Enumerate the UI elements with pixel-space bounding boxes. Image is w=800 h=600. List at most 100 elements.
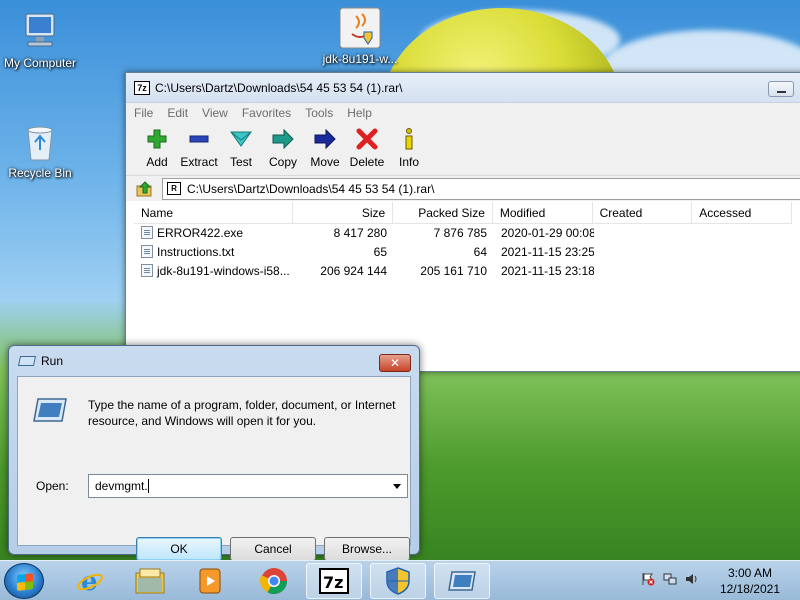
clock[interactable]: 3:00 AM 12/18/2021: [720, 565, 780, 597]
run-description: Type the name of a program, folder, docu…: [88, 398, 396, 428]
text-file-icon: [141, 245, 153, 258]
list-header: Name Size Packed Size Modified Created A…: [134, 202, 792, 224]
delete-button[interactable]: Delete: [346, 127, 388, 169]
sevenzip-logo-icon: 7z: [134, 80, 150, 95]
minimize-button[interactable]: [768, 81, 794, 97]
run-titlebar[interactable]: Run: [9, 346, 419, 376]
taskbar-media-player[interactable]: [182, 563, 238, 599]
table-row[interactable]: ERROR422.exe 8 417 280 7 876 785 2020-01…: [134, 224, 792, 243]
cancel-button[interactable]: Cancel: [230, 537, 316, 561]
taskbar-7zip[interactable]: 7z: [306, 563, 362, 599]
volume-icon[interactable]: [684, 571, 700, 587]
computer-icon: [18, 10, 62, 54]
info-button[interactable]: Info: [388, 127, 430, 169]
archive-icon: R: [167, 182, 181, 195]
copy-label: Copy: [268, 155, 297, 169]
taskbar-installer[interactable]: [370, 563, 426, 599]
svg-text:e: e: [81, 567, 98, 596]
file-modified: 2021-11-15 23:18: [501, 264, 594, 278]
address-bar: R C:\Users\Dartz\Downloads\54 45 53 54 (…: [126, 175, 800, 201]
file-packed-size: 7 876 785: [433, 226, 487, 240]
run-title-icon: [17, 356, 37, 366]
arrow-right-teal-icon: [262, 127, 304, 151]
exe-file-icon: [141, 226, 153, 239]
ok-button[interactable]: OK: [136, 537, 222, 561]
desktop-icon-jdk-installer[interactable]: jdk-8u191-w...: [320, 6, 400, 66]
up-arrow-icon: [136, 180, 152, 196]
menu-file[interactable]: File: [134, 106, 153, 120]
desktop-icon-my-computer[interactable]: My Computer: [0, 10, 80, 70]
menu-tools[interactable]: Tools: [305, 106, 333, 120]
menu-help[interactable]: Help: [347, 106, 372, 120]
file-name: ERROR422.exe: [157, 226, 244, 240]
taskbar-explorer[interactable]: [122, 563, 178, 599]
check-icon: [220, 127, 262, 151]
table-row[interactable]: jdk-8u191-windows-i58... 206 924 144 205…: [134, 262, 792, 281]
file-name: Instructions.txt: [157, 245, 235, 259]
desktop-icon-label: Recycle Bin: [8, 166, 72, 180]
taskbar-run[interactable]: [434, 563, 490, 599]
column-packed-size[interactable]: Packed Size: [393, 202, 493, 224]
action-center-flag-icon[interactable]: [640, 571, 656, 587]
uac-shield-icon: [386, 567, 410, 595]
run-body: Type the name of a program, folder, docu…: [17, 376, 411, 561]
test-button[interactable]: Test: [220, 127, 262, 169]
taskbar-internet-explorer[interactable]: e: [62, 563, 118, 599]
desktop-icon-label: jdk-8u191-w...: [322, 52, 398, 66]
menu-view[interactable]: View: [202, 106, 228, 120]
run-program-icon: [32, 395, 68, 425]
column-name[interactable]: Name: [134, 202, 294, 224]
extract-label: Extract: [180, 155, 218, 169]
window-title: C:\Users\Dartz\Downloads\54 45 53 54 (1)…: [155, 80, 403, 95]
desktop-icon-label: My Computer: [3, 56, 77, 70]
extract-button[interactable]: Extract: [178, 127, 220, 169]
system-tray: [640, 571, 700, 587]
clock-date: 12/18/2021: [719, 582, 780, 596]
text-caret: [147, 479, 149, 493]
close-button[interactable]: ✕: [379, 354, 411, 372]
menu-favorites[interactable]: Favorites: [242, 106, 291, 120]
info-icon: [388, 127, 430, 151]
file-packed-size: 205 161 710: [420, 264, 487, 278]
run-icon: [448, 571, 476, 591]
open-label: Open:: [36, 479, 69, 493]
toolbar: Add Extract Test Copy Move Delete Info: [126, 123, 800, 175]
file-modified: 2020-01-29 00:08: [501, 226, 594, 240]
column-size[interactable]: Size: [293, 202, 394, 224]
desktop-icon-recycle-bin[interactable]: Recycle Bin: [0, 120, 80, 180]
menu-edit[interactable]: Edit: [167, 106, 188, 120]
menu-bar: File Edit View Favorites Tools Help: [126, 103, 800, 123]
open-combobox[interactable]: devmgmt.: [88, 474, 408, 498]
svg-text:7z: 7z: [323, 573, 343, 592]
file-name: jdk-8u191-windows-i58...: [157, 264, 290, 278]
chevron-down-icon[interactable]: [393, 484, 401, 489]
delete-x-icon: [346, 127, 388, 151]
column-modified[interactable]: Modified: [493, 202, 593, 224]
add-button[interactable]: Add: [136, 127, 178, 169]
media-player-icon: [199, 568, 221, 594]
column-accessed[interactable]: Accessed: [692, 202, 792, 224]
address-field[interactable]: R C:\Users\Dartz\Downloads\54 45 53 54 (…: [162, 177, 800, 200]
table-row[interactable]: Instructions.txt 65 64 2021-11-15 23:25: [134, 243, 792, 262]
file-modified: 2021-11-15 23:25: [501, 245, 594, 259]
chrome-icon: [260, 568, 288, 595]
sevenzip-titlebar[interactable]: 7z C:\Users\Dartz\Downloads\54 45 53 54 …: [126, 73, 800, 103]
file-packed-size: 64: [473, 245, 487, 259]
copy-button[interactable]: Copy: [262, 127, 304, 169]
delete-label: Delete: [349, 155, 385, 169]
column-created[interactable]: Created: [593, 202, 693, 224]
taskbar-chrome[interactable]: [246, 563, 302, 599]
network-icon[interactable]: [662, 571, 678, 587]
sevenzip-window: 7z C:\Users\Dartz\Downloads\54 45 53 54 …: [125, 72, 800, 372]
java-installer-icon: [338, 6, 382, 50]
file-size: 8 417 280: [333, 226, 387, 240]
up-folder-button[interactable]: [134, 179, 156, 199]
folder-icon: [135, 568, 165, 594]
sevenzip-icon: 7z: [319, 568, 349, 594]
start-button[interactable]: [4, 563, 44, 599]
minus-icon: [178, 127, 220, 151]
exe-file-icon: [141, 264, 153, 277]
move-button[interactable]: Move: [304, 127, 346, 169]
internet-explorer-icon: e: [77, 567, 103, 596]
browse-button[interactable]: Browse...: [324, 537, 410, 561]
